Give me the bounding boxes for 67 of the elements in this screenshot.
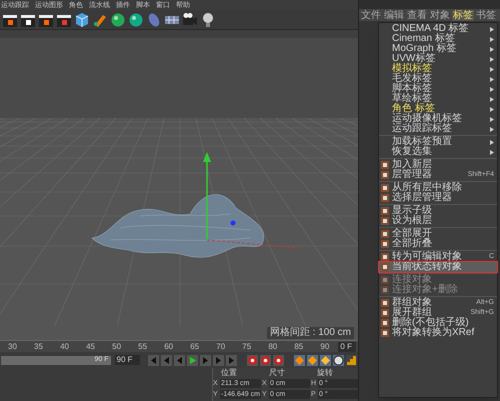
dope-sheet-icon[interactable]: [346, 354, 357, 366]
sphere-icon[interactable]: [110, 12, 126, 28]
menu-item[interactable]: 选择层管理器: [379, 193, 497, 203]
menu-item[interactable]: CINEMA 4D 标签: [379, 24, 497, 34]
menu-item[interactable]: 从所有层中移除: [379, 183, 497, 193]
frame-tick-label: 75: [241, 342, 252, 352]
record-key-icon[interactable]: [247, 354, 258, 366]
manager-tab[interactable]: 查看: [406, 10, 428, 20]
menu-item[interactable]: 全部展开: [379, 229, 497, 239]
menu-item[interactable]: 将对象转换为XRef: [379, 328, 497, 338]
frame-tick-label: 70: [215, 342, 226, 352]
menu-item[interactable]: 全部折叠: [379, 239, 497, 249]
menu-item[interactable]: 模拟标签: [379, 64, 497, 74]
menu-item[interactable]: Cineman 标签: [379, 34, 497, 44]
menu-item[interactable]: 加载标签预置: [379, 137, 497, 147]
frame-tick-label: 55: [137, 342, 148, 352]
record-key-icon[interactable]: [260, 354, 271, 366]
step-forward-icon[interactable]: [200, 354, 211, 366]
menu-item[interactable]: 恢复选集: [379, 147, 497, 157]
menu-item[interactable]: 加入新层: [379, 160, 497, 170]
end-frame-field[interactable]: 90 F: [114, 355, 140, 365]
frame-tick-label: 65: [189, 342, 200, 352]
frame-tick-label: 90: [319, 342, 330, 352]
menu-item[interactable]: 角色 标签: [379, 104, 497, 114]
parameter-key-icon[interactable]: [333, 354, 344, 366]
play-icon[interactable]: [187, 354, 198, 366]
menu-item[interactable]: 草绘标签: [379, 94, 497, 104]
key-mode-icon[interactable]: [307, 354, 318, 366]
manager-tab[interactable]: 对象: [429, 10, 451, 20]
frame-tick-label: 40: [59, 342, 70, 352]
menu-item[interactable]: 显示子级: [379, 206, 497, 216]
frame-tick-label: 50: [111, 342, 122, 352]
cube-icon[interactable]: [74, 12, 90, 28]
menu-item[interactable]: MoGraph 标签: [379, 44, 497, 54]
previous-key-icon[interactable]: [161, 354, 172, 366]
step-back-icon[interactable]: [174, 354, 185, 366]
manager-tab[interactable]: 书签: [475, 10, 497, 20]
grid-spacing-label: 网格间距 : 100 cm: [266, 327, 354, 339]
frame-tick-label: 80: [267, 342, 278, 352]
menu-item[interactable]: 运动摄像机标签: [379, 114, 497, 124]
next-key-icon[interactable]: [213, 354, 224, 366]
key-mode-icon[interactable]: [320, 354, 331, 366]
frame-tick-label: 60: [163, 342, 174, 352]
timeline-ruler[interactable]: 30 35 40 45 50 55 60 65 70 75 80 85 90 0 F: [0, 340, 358, 352]
record-key-icon[interactable]: [273, 354, 284, 366]
camera-icon[interactable]: [182, 12, 198, 28]
key-mode-icon[interactable]: [294, 354, 305, 366]
column-header: 旋转: [316, 368, 334, 378]
frame-tick-label: 45: [85, 342, 96, 352]
goto-start-icon[interactable]: [148, 354, 159, 366]
menu-item[interactable]: 运动跟踪标签: [379, 124, 497, 134]
menu-item[interactable]: 删除(不包括子级): [379, 318, 497, 328]
light-bulb-icon[interactable]: [200, 12, 216, 28]
menu-item[interactable]: UVW标签: [379, 54, 497, 64]
column-header: 尺寸: [268, 368, 286, 378]
column-header: 位置: [220, 368, 238, 378]
goto-end-icon[interactable]: [226, 354, 237, 366]
menu-item[interactable]: 毛发标签: [379, 74, 497, 84]
manager-tab[interactable]: 文件: [360, 10, 382, 20]
menu-item[interactable]: 脚本标签: [379, 84, 497, 94]
manager-tab[interactable]: 编辑: [383, 10, 405, 20]
frame-tick-label: 30: [7, 342, 18, 352]
frame-tick-label: 85: [293, 342, 304, 352]
frame-tick-label: 35: [33, 342, 44, 352]
manager-tab[interactable]: 标签: [452, 10, 474, 20]
menu-item[interactable]: 设为根层: [379, 216, 497, 226]
current-frame-field[interactable]: 0 F: [338, 342, 356, 352]
